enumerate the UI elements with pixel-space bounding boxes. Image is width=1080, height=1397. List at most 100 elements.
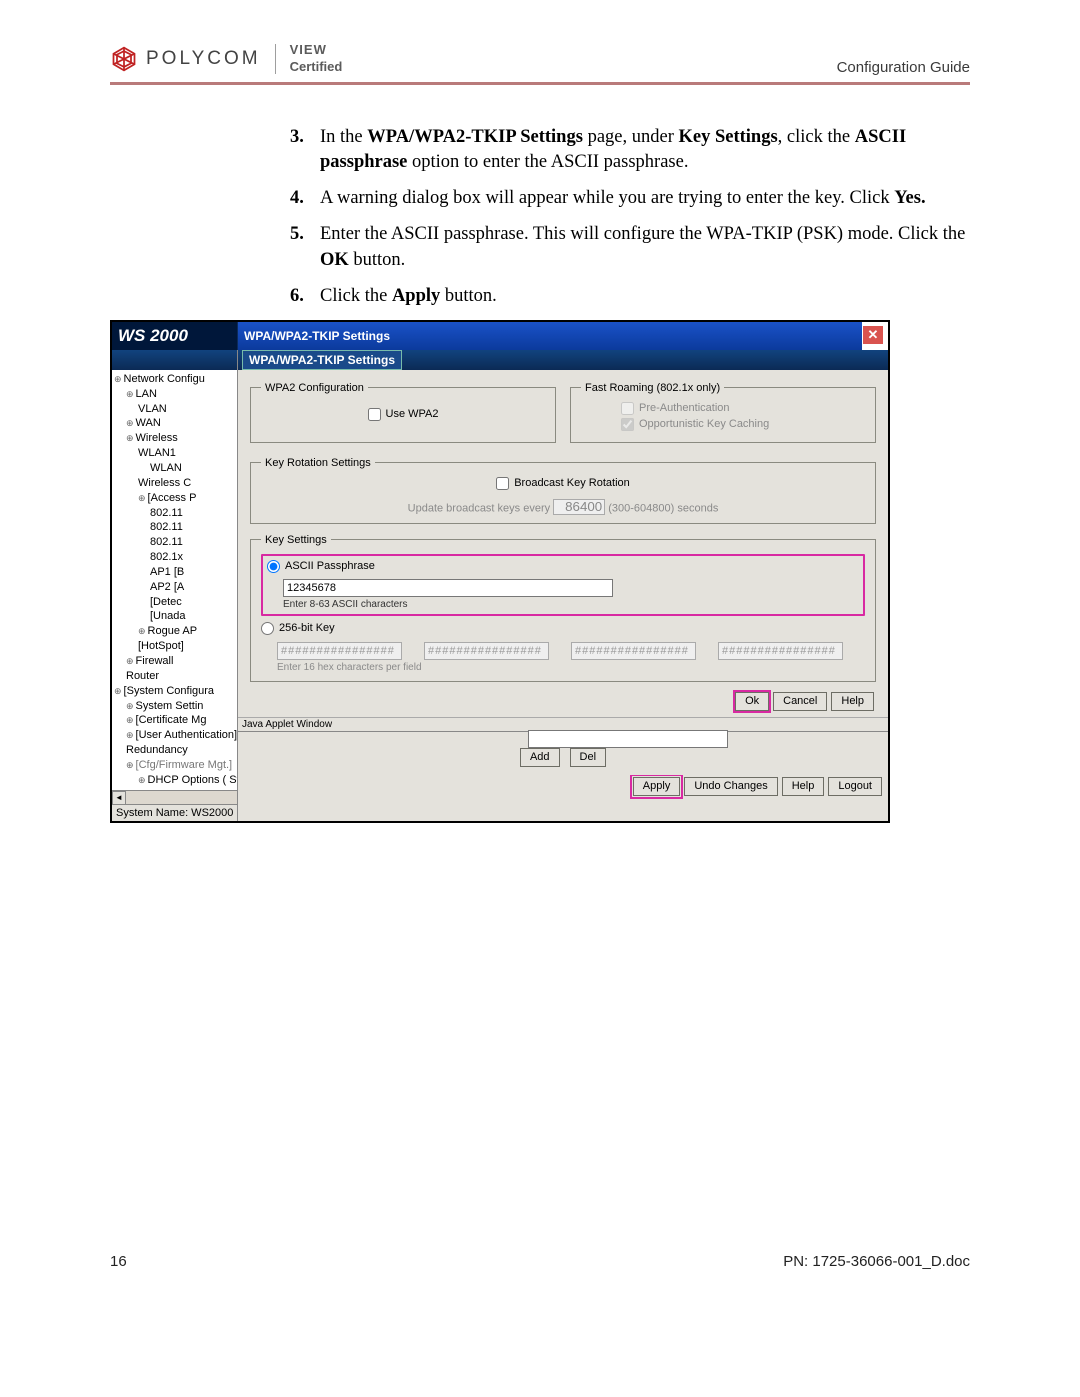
close-button[interactable]: ✕ xyxy=(862,325,884,345)
nav-tree[interactable]: Network ConfiguLANVLANWANWirelessWLAN1WL… xyxy=(112,370,237,790)
tree-item[interactable]: AP1 [B xyxy=(114,565,237,580)
hex-key-hint: Enter 16 hex characters per field xyxy=(277,662,865,673)
screenshot-window: WS 2000 WPA/WPA2-TKIP Settings ✕ Network… xyxy=(110,320,890,823)
sidebar-hscroll[interactable]: ◄ ► xyxy=(112,790,237,804)
tree-item[interactable]: Rogue AP xyxy=(114,624,237,639)
ok-button[interactable]: Ok xyxy=(735,692,769,711)
apply-button[interactable]: Apply xyxy=(633,777,681,796)
tree-item[interactable]: 802.1x xyxy=(114,550,237,565)
tree-item[interactable]: Redundancy xyxy=(114,743,237,758)
tree-item[interactable]: [Unada xyxy=(114,609,237,624)
broadcast-rotation-label: Broadcast Key Rotation xyxy=(514,477,630,489)
tree-item[interactable]: WLAN xyxy=(114,461,237,476)
rotation-interval-label: Update broadcast keys every xyxy=(408,502,550,514)
tree-item[interactable]: WAN xyxy=(114,416,237,431)
lower-strip: Add Del xyxy=(238,731,888,775)
use-wpa2-input[interactable] xyxy=(368,408,381,421)
scroll-left-icon[interactable]: ◄ xyxy=(112,791,126,805)
tree-item[interactable]: 802.11 xyxy=(114,535,237,550)
pre-auth-input xyxy=(621,402,634,415)
tree-item[interactable]: 802.11 xyxy=(114,520,237,535)
tree-item[interactable]: [HotSpot] xyxy=(114,639,237,654)
step-4: 4. A warning dialog box will appear whil… xyxy=(290,186,970,212)
fast-roaming-fieldset: Fast Roaming (802.1x only) Pre-Authentic… xyxy=(570,382,876,443)
opp-cache-input xyxy=(621,418,634,431)
view-certified: VIEW Certified xyxy=(290,42,343,76)
tree-item[interactable]: Firewall xyxy=(114,654,237,669)
java-applet-window-label: Java Applet Window xyxy=(238,717,888,731)
key-settings-fieldset: Key Settings ASCII Passphrase Enter 8-63… xyxy=(250,534,876,682)
dialog-title-text: WPA/WPA2-TKIP Settings xyxy=(244,329,390,343)
tree-item[interactable]: [User Authentication] xyxy=(114,728,237,743)
pre-auth-checkbox: Pre-Authentication xyxy=(621,402,730,415)
tree-item[interactable]: DHCP Options ( Sys xyxy=(114,773,237,788)
dialog-title: WPA/WPA2-TKIP Settings xyxy=(238,322,862,350)
tree-item[interactable]: [Access P xyxy=(114,491,237,506)
ascii-passphrase-radio[interactable]: ASCII Passphrase xyxy=(267,560,375,573)
hex-field-2 xyxy=(424,642,549,660)
main-panel: WPA/WPA2-TKIP Settings WPA2 Configuratio… xyxy=(238,350,888,821)
tree-item[interactable]: VLAN xyxy=(114,402,237,417)
bitkey-radio[interactable]: 256-bit Key xyxy=(261,622,335,635)
fast-roaming-legend: Fast Roaming (802.1x only) xyxy=(581,382,724,394)
ws2000-logo: WS 2000 xyxy=(112,322,238,350)
step-number: 6. xyxy=(290,284,304,310)
tree-item[interactable]: [Detec xyxy=(114,595,237,610)
rotation-interval-input xyxy=(553,499,605,515)
bitkey-radio-input[interactable] xyxy=(261,622,274,635)
opp-cache-checkbox: Opportunistic Key Caching xyxy=(621,418,769,431)
main-sub-header: WPA/WPA2-TKIP Settings xyxy=(238,350,888,370)
key-settings-legend: Key Settings xyxy=(261,534,331,546)
ascii-passphrase-highlight: ASCII Passphrase Enter 8-63 ASCII charac… xyxy=(261,554,865,616)
brand-name: POLYCOM xyxy=(146,48,261,70)
logout-button[interactable]: Logout xyxy=(828,777,882,796)
page-header: POLYCOM VIEW Certified Configuration Gui… xyxy=(110,42,970,85)
step-5: 5. Enter the ASCII passphrase. This will… xyxy=(290,222,970,274)
ascii-passphrase-radio-input[interactable] xyxy=(267,560,280,573)
step-number: 3. xyxy=(290,125,304,151)
wpa2-config-legend: WPA2 Configuration xyxy=(261,382,368,394)
pre-auth-label: Pre-Authentication xyxy=(639,402,730,414)
step-list: 3. In the WPA/WPA2-TKIP Settings page, u… xyxy=(290,125,970,310)
bitkey-radio-label: 256-bit Key xyxy=(279,622,335,634)
hex-field-3 xyxy=(571,642,696,660)
tree-item[interactable]: [Certificate Mg xyxy=(114,713,237,728)
brand-separator xyxy=(275,44,276,74)
bottom-button-row: Apply Undo Changes Help Logout xyxy=(238,775,888,800)
tree-item[interactable]: Router xyxy=(114,669,237,684)
undo-changes-button[interactable]: Undo Changes xyxy=(684,777,777,796)
tree-item[interactable]: LAN xyxy=(114,387,237,402)
hex-field-4 xyxy=(718,642,843,660)
rotation-interval-hint: (300-604800) seconds xyxy=(608,502,718,514)
tree-item[interactable]: Wireless C xyxy=(114,476,237,491)
ascii-passphrase-radio-label: ASCII Passphrase xyxy=(285,560,375,572)
help-button-bottom[interactable]: Help xyxy=(782,777,825,796)
broadcast-rotation-checkbox[interactable]: Broadcast Key Rotation xyxy=(496,477,630,490)
view-certified-top: VIEW xyxy=(290,42,327,57)
close-icon: ✕ xyxy=(868,327,879,343)
tree-item[interactable]: Wireless xyxy=(114,431,237,446)
title-bar: WS 2000 WPA/WPA2-TKIP Settings ✕ xyxy=(112,322,888,350)
use-wpa2-checkbox[interactable]: Use WPA2 xyxy=(368,408,439,421)
use-wpa2-label: Use WPA2 xyxy=(386,408,439,420)
dialog-button-row: Ok Cancel Help xyxy=(250,692,874,711)
ascii-passphrase-input[interactable] xyxy=(283,579,613,597)
tree-item[interactable]: Network Configu xyxy=(114,372,237,387)
page-number: 16 xyxy=(110,1253,127,1270)
sidebar-sub-header xyxy=(112,350,237,370)
tree-item[interactable]: System Settin xyxy=(114,699,237,714)
broadcast-rotation-input[interactable] xyxy=(496,477,509,490)
tree-item[interactable]: WLAN1 xyxy=(114,446,237,461)
brand-block: POLYCOM VIEW Certified xyxy=(110,42,342,76)
cancel-button[interactable]: Cancel xyxy=(773,692,827,711)
key-rotation-fieldset: Key Rotation Settings Broadcast Key Rota… xyxy=(250,457,876,524)
tree-item[interactable]: AP2 [A xyxy=(114,580,237,595)
tree-item[interactable]: [Cfg/Firmware Mgt.] xyxy=(114,758,237,773)
help-button[interactable]: Help xyxy=(831,692,874,711)
header-right-title: Configuration Guide xyxy=(837,59,970,76)
tree-item[interactable]: [System Configura xyxy=(114,684,237,699)
add-button[interactable]: Add xyxy=(520,748,560,767)
tree-item[interactable]: 802.11 xyxy=(114,506,237,521)
del-button[interactable]: Del xyxy=(570,748,607,767)
dropdown-placeholder[interactable] xyxy=(528,730,728,748)
